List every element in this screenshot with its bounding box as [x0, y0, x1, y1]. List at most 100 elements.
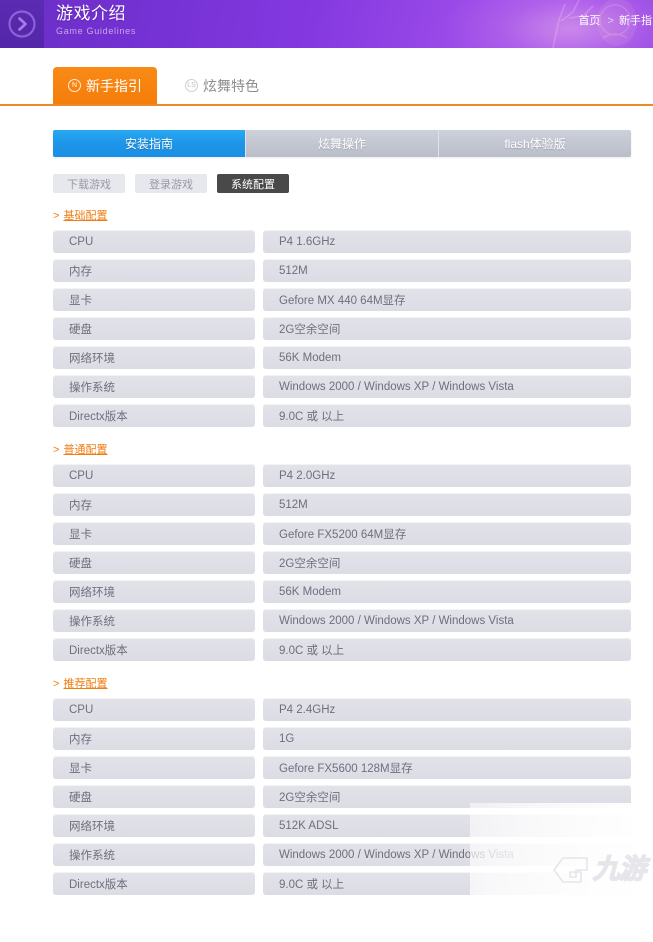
spec-label: Directx版本: [53, 872, 255, 895]
table-row: 硬盘 2G空余空间: [53, 551, 631, 574]
breadcrumb-current: 新手指引: [619, 15, 653, 27]
spec-value: Windows 2000 / Windows XP / Windows Vist…: [263, 375, 631, 398]
spec-value: P4 2.0GHz: [263, 464, 631, 487]
spec-label: 操作系统: [53, 609, 255, 632]
spec-label: 内存: [53, 493, 255, 516]
spec-label: Directx版本: [53, 638, 255, 661]
table-row: 内存 512M: [53, 493, 631, 516]
table-row: 显卡 Gefore FX5200 64M显存: [53, 522, 631, 545]
section-basic-requirements: > 基础配置 CPU P4 1.6GHz 内存 512M 显卡 Gefore M…: [0, 209, 653, 427]
spec-label: 硬盘: [53, 785, 255, 808]
spec-value: Gefore FX5600 128M显存: [263, 756, 631, 779]
page-title: 游戏介绍: [56, 4, 126, 23]
section-heading-caret: >: [53, 678, 60, 690]
table-row: 显卡 Gefore MX 440 64M显存: [53, 288, 631, 311]
spec-label: CPU: [53, 464, 255, 487]
section-heading: > 普通配置: [53, 443, 653, 457]
segment-flash-demo[interactable]: flash体验版: [438, 130, 631, 157]
section-heading-label: 推荐配置: [63, 678, 108, 690]
table-row: 操作系统 Windows 2000 / Windows XP / Windows…: [53, 375, 631, 398]
spec-label: 硬盘: [53, 317, 255, 340]
spec-value: 56K Modem: [263, 580, 631, 603]
spec-value: 9.0C 或 以上: [263, 404, 631, 427]
top-tabs: N 新手指引 LS 炫舞特色: [53, 67, 273, 104]
breadcrumb-home-link[interactable]: 首页: [578, 15, 600, 27]
table-row: 网络环境 56K Modem: [53, 346, 631, 369]
spec-label: 内存: [53, 727, 255, 750]
table-row: 内存 512M: [53, 259, 631, 282]
section-standard-requirements: > 普通配置 CPU P4 2.0GHz 内存 512M 显卡 Gefore F…: [0, 443, 653, 661]
table-row: CPU P4 2.4GHz: [53, 698, 631, 721]
spec-label: 显卡: [53, 756, 255, 779]
spec-label: Directx版本: [53, 404, 255, 427]
table-row: CPU P4 2.0GHz: [53, 464, 631, 487]
table-row: 网络环境 512K ADSL: [53, 814, 631, 837]
spec-value: 1G: [263, 727, 631, 750]
section-heading-label: 普通配置: [63, 444, 108, 456]
spec-value: 512K ADSL: [263, 814, 631, 837]
page-banner: 游戏介绍 Game Guidelines 首页 > 新手指引: [0, 0, 653, 48]
sub-button-row: 下载游戏 登录游戏 系统配置: [53, 174, 653, 193]
spec-label: 显卡: [53, 288, 255, 311]
table-row: 硬盘 2G空余空间: [53, 317, 631, 340]
table-row: 硬盘 2G空余空间: [53, 785, 631, 808]
top-tab-strip: N 新手指引 LS 炫舞特色: [0, 48, 653, 106]
spec-value: 9.0C 或 以上: [263, 638, 631, 661]
spec-value: 2G空余空间: [263, 317, 631, 340]
spec-value: 512M: [263, 493, 631, 516]
spec-label: CPU: [53, 698, 255, 721]
table-row: 操作系统 Windows 2000 / Windows XP / Windows…: [53, 609, 631, 632]
spec-value: P4 2.4GHz: [263, 698, 631, 721]
table-row: 操作系统 Windows 2000 / Windows XP / Windows…: [53, 843, 631, 866]
spec-value: Windows 2000 / Windows XP / Windows Vist…: [263, 609, 631, 632]
sub-button-download-game[interactable]: 下载游戏: [53, 174, 125, 193]
table-row: Directx版本 9.0C 或 以上: [53, 404, 631, 427]
section-heading: > 基础配置: [53, 209, 653, 223]
table-row: Directx版本 9.0C 或 以上: [53, 638, 631, 661]
main-content: 安装指南 炫舞操作 flash体验版 下载游戏 登录游戏 系统配置 > 基础配置…: [0, 106, 653, 895]
banner-leading-icon-box: [0, 0, 44, 48]
breadcrumb-separator: >: [607, 15, 614, 27]
tab-dance-features[interactable]: LS 炫舞特色: [171, 67, 273, 104]
spec-value: Gefore FX5200 64M显存: [263, 522, 631, 545]
spec-label: CPU: [53, 230, 255, 253]
spec-value: 56K Modem: [263, 346, 631, 369]
segment-install-guide[interactable]: 安装指南: [53, 130, 245, 157]
spec-label: 网络环境: [53, 814, 255, 837]
spec-value: Gefore MX 440 64M显存: [263, 288, 631, 311]
circled-n-icon: N: [68, 79, 81, 92]
spec-value: 2G空余空间: [263, 785, 631, 808]
tab-beginner-guide[interactable]: N 新手指引: [53, 67, 157, 104]
page-subtitle: Game Guidelines: [56, 26, 137, 36]
spec-label: 内存: [53, 259, 255, 282]
spec-label: 操作系统: [53, 375, 255, 398]
spec-label: 网络环境: [53, 580, 255, 603]
spec-value: 9.0C 或 以上: [263, 872, 631, 895]
segment-nav: 安装指南 炫舞操作 flash体验版: [53, 130, 631, 157]
section-heading-caret: >: [53, 210, 60, 222]
section-heading-caret: >: [53, 444, 60, 456]
table-row: 网络环境 56K Modem: [53, 580, 631, 603]
breadcrumb: 首页 > 新手指引: [578, 14, 653, 28]
circled-ls-icon: LS: [185, 79, 198, 92]
section-heading: > 推荐配置: [53, 677, 653, 691]
spec-label: 操作系统: [53, 843, 255, 866]
spec-label: 硬盘: [53, 551, 255, 574]
spec-value: P4 1.6GHz: [263, 230, 631, 253]
sub-button-system-requirements[interactable]: 系统配置: [217, 174, 289, 193]
spec-value: 2G空余空间: [263, 551, 631, 574]
table-row: Directx版本 9.0C 或 以上: [53, 872, 631, 895]
section-heading-label: 基础配置: [63, 210, 108, 222]
section-recommended-requirements: > 推荐配置 CPU P4 2.4GHz 内存 1G 显卡 Gefore FX5…: [0, 677, 653, 895]
tab-beginner-guide-label: 新手指引: [86, 77, 142, 94]
table-row: CPU P4 1.6GHz: [53, 230, 631, 253]
table-row: 内存 1G: [53, 727, 631, 750]
banner-title-group: 游戏介绍 Game Guidelines: [56, 3, 136, 38]
tab-dance-features-label: 炫舞特色: [203, 77, 259, 94]
segment-dance-controls[interactable]: 炫舞操作: [245, 130, 438, 157]
spec-label: 显卡: [53, 522, 255, 545]
chevron-right-circle-icon: [8, 10, 36, 38]
sub-button-login-game[interactable]: 登录游戏: [135, 174, 207, 193]
spec-value: Windows 2000 / Windows XP / Windows Vist…: [263, 843, 631, 866]
spec-value: 512M: [263, 259, 631, 282]
